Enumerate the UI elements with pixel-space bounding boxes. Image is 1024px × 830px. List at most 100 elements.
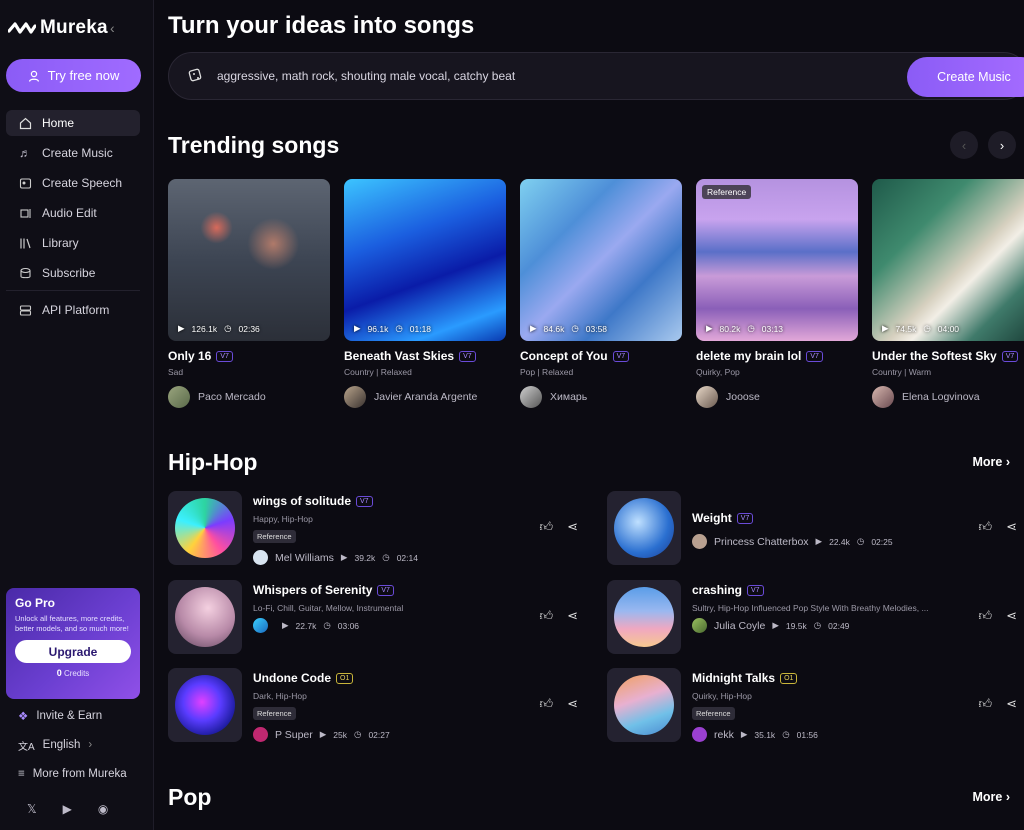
- go-pro-title: Go Pro: [15, 596, 56, 610]
- song-author[interactable]: Jooose: [696, 386, 858, 408]
- play-icon: ▶: [882, 323, 889, 333]
- song-thumb[interactable]: [168, 491, 242, 565]
- sidebar-item-api-platform[interactable]: API Platform: [6, 297, 140, 323]
- song-cover[interactable]: ▶ 74.5k ◷ 04:00: [872, 179, 1024, 341]
- song-author[interactable]: P Super ▶ 25k ◷ 02:27: [253, 727, 390, 742]
- avatar: [872, 386, 894, 408]
- song-author[interactable]: Elena Logvinova: [872, 386, 1024, 408]
- share-icon[interactable]: ⋖: [1006, 519, 1017, 535]
- sidebar-item-home[interactable]: Home: [6, 110, 140, 136]
- share-icon[interactable]: ⋖: [1006, 608, 1017, 624]
- share-icon[interactable]: ⋖: [567, 608, 578, 624]
- play-count: 35.1k: [754, 729, 776, 740]
- song-title[interactable]: Beneath Vast Skies: [344, 349, 454, 363]
- song-author[interactable]: Mel Williams ▶ 39.2k ◷ 02:14: [253, 550, 418, 565]
- song-card[interactable]: Reference ▶ 80.2k ◷ 03:13 delete my brain l…: [696, 179, 858, 408]
- list-item[interactable]: Undone Code O1 Dark, Hip-Hop Reference P …: [168, 668, 578, 744]
- model-badge: O1: [336, 672, 354, 684]
- list-item[interactable]: Midnight Talks O1 Quirky, Hip-Hop Referen…: [607, 668, 1017, 744]
- like-icon[interactable]: 👍︎: [979, 696, 993, 712]
- dice-icon[interactable]: [187, 67, 205, 85]
- language-selector[interactable]: 文A English ›: [6, 734, 146, 756]
- song-title[interactable]: Only 16: [168, 349, 211, 363]
- like-icon[interactable]: 👍︎: [979, 519, 993, 535]
- song-author[interactable]: Julia Coyle ▶ 19.5k ◷ 02:49: [692, 618, 849, 633]
- share-icon[interactable]: ⋖: [567, 696, 578, 712]
- duration: 03:13: [761, 323, 784, 334]
- sidebar-item-label: API Platform: [42, 303, 110, 317]
- create-music-button[interactable]: Create Music: [907, 57, 1024, 97]
- sidebar-item-subscribe[interactable]: Subscribe: [6, 260, 140, 286]
- prompt-input[interactable]: aggressive, math rock, shouting male voc…: [217, 69, 515, 83]
- song-card[interactable]: ▶ 126.1k ◷ 02:36 Only 16 V7 Sad Paco Mercado: [168, 179, 330, 408]
- x-icon[interactable]: 𝕏: [27, 802, 37, 816]
- song-cover[interactable]: ▶ 84.6k ◷ 03:58: [520, 179, 682, 341]
- app-root: Mureka ‹ Try free now Home ♬ Create Musi…: [0, 0, 1024, 830]
- song-title[interactable]: Weight: [692, 511, 732, 525]
- list-item[interactable]: crashing V7 Sultry, Hip-Hop Influenced Po…: [607, 580, 1017, 656]
- song-title[interactable]: crashing: [692, 583, 742, 597]
- play-icon: ▶: [340, 552, 348, 562]
- youtube-icon[interactable]: ▶: [63, 802, 72, 816]
- song-title[interactable]: Concept of You: [520, 349, 608, 363]
- logo[interactable]: Mureka: [8, 17, 108, 39]
- discord-icon[interactable]: ◉: [98, 802, 108, 816]
- author-name: P Super: [275, 728, 313, 741]
- next-arrow-icon[interactable]: ›: [988, 131, 1016, 159]
- like-icon[interactable]: 👍︎: [540, 608, 554, 624]
- share-icon[interactable]: ⋖: [567, 519, 578, 535]
- song-author[interactable]: Princess Chatterbox ▶ 22.4k ◷ 02:25: [692, 534, 893, 549]
- like-icon[interactable]: 👍︎: [979, 608, 993, 624]
- prev-arrow-icon[interactable]: ‹: [950, 131, 978, 159]
- list-item[interactable]: Weight V7 Princess Chatterbox ▶ 22.4k ◷ 02:25…: [607, 491, 1017, 567]
- like-icon[interactable]: 👍︎: [540, 696, 554, 712]
- clock-icon: ◷: [323, 620, 331, 630]
- sidebar-item-create-music[interactable]: ♬ Create Music: [6, 140, 140, 166]
- song-card[interactable]: ▶ 96.1k ◷ 01:18 Beneath Vast Skies V7 Countr…: [344, 179, 506, 408]
- song-author[interactable]: rekk ▶ 35.1k ◷ 01:56: [692, 727, 818, 742]
- play-count: 80.2k: [719, 323, 741, 334]
- song-title[interactable]: delete my brain lol: [696, 349, 801, 363]
- song-thumb[interactable]: [607, 668, 681, 742]
- hiphop-more-link[interactable]: More ›: [972, 455, 1010, 469]
- sidebar-item-create-speech[interactable]: Create Speech: [6, 170, 140, 196]
- song-thumb[interactable]: [168, 668, 242, 742]
- song-title[interactable]: Undone Code: [253, 671, 331, 685]
- song-author[interactable]: Paco Mercado: [168, 386, 330, 408]
- more-from-mureka-link[interactable]: ≡ More from Mureka: [6, 763, 146, 785]
- song-title[interactable]: Under the Softest Sky: [872, 349, 997, 363]
- song-author[interactable]: ▶ 22.7k ◷ 03:06: [253, 618, 359, 633]
- like-icon[interactable]: 👍︎: [540, 519, 554, 535]
- song-author[interactable]: Javier Aranda Argente: [344, 386, 506, 408]
- list-item[interactable]: wings of solitude V7 Happy, Hip-Hop Refer…: [168, 491, 578, 567]
- song-title[interactable]: Midnight Talks: [692, 671, 775, 685]
- collapse-sidebar-icon[interactable]: ‹: [110, 20, 115, 36]
- song-thumb[interactable]: [168, 580, 242, 654]
- play-icon: ▶: [706, 323, 713, 333]
- speech-icon: [18, 176, 32, 190]
- song-title[interactable]: wings of solitude: [253, 494, 351, 508]
- song-thumb[interactable]: [607, 491, 681, 565]
- list-item[interactable]: Whispers of Serenity V7 Lo-Fi, Chill, Gui…: [168, 580, 578, 656]
- share-icon[interactable]: ⋖: [1006, 696, 1017, 712]
- social-links: 𝕏 ▶ ◉: [27, 802, 108, 816]
- song-card[interactable]: ▶ 84.6k ◷ 03:58 Concept of You V7 Pop | Rela…: [520, 179, 682, 408]
- prompt-bar[interactable]: aggressive, math rock, shouting male voc…: [168, 52, 1024, 100]
- invite-earn-link[interactable]: ❖ Invite & Earn: [6, 705, 146, 727]
- song-cover[interactable]: ▶ 126.1k ◷ 02:36: [168, 179, 330, 341]
- song-cover[interactable]: Reference ▶ 80.2k ◷ 03:13: [696, 179, 858, 341]
- song-title[interactable]: Whispers of Serenity: [253, 583, 372, 597]
- song-tags: Lo-Fi, Chill, Guitar, Mellow, Instrument…: [253, 603, 404, 613]
- upgrade-button[interactable]: Upgrade: [15, 640, 131, 663]
- sidebar-item-library[interactable]: Library: [6, 230, 140, 256]
- pop-more-link[interactable]: More ›: [972, 790, 1010, 804]
- music-note-icon: ♬: [19, 146, 31, 160]
- sidebar-item-label: Audio Edit: [42, 206, 97, 220]
- try-free-button[interactable]: Try free now: [6, 59, 141, 92]
- song-cover[interactable]: ▶ 96.1k ◷ 01:18: [344, 179, 506, 341]
- song-card[interactable]: ▶ 74.5k ◷ 04:00 Under the Softest Sky V7 Cou…: [872, 179, 1024, 408]
- sidebar-item-audio-edit[interactable]: Audio Edit: [6, 200, 140, 226]
- duration: 02:49: [828, 620, 850, 631]
- song-thumb[interactable]: [607, 580, 681, 654]
- song-author[interactable]: Химарь: [520, 386, 682, 408]
